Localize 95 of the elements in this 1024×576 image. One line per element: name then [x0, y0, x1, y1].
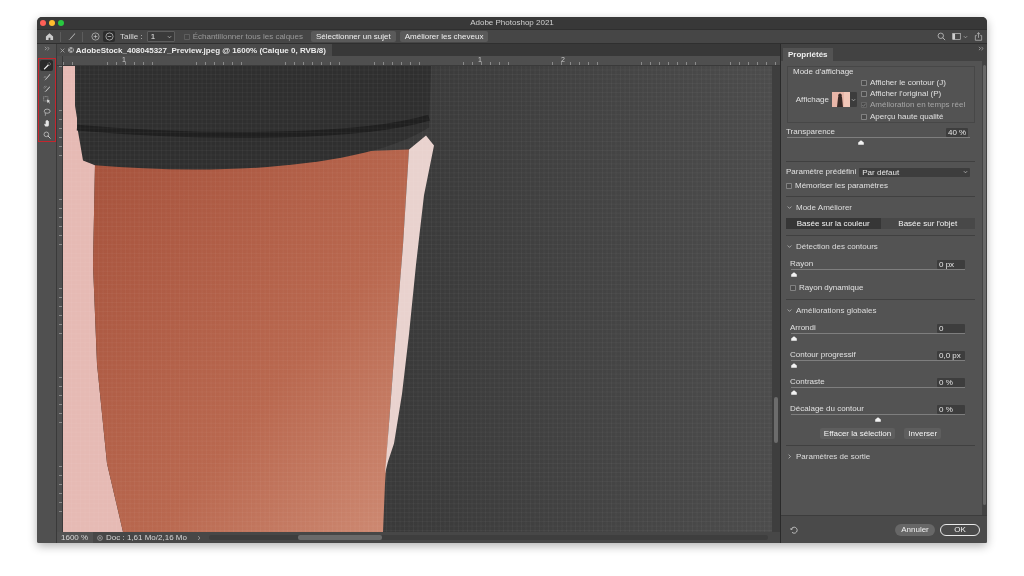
slider-track[interactable]	[791, 333, 965, 341]
preset-label: Paramètre prédéfini	[786, 167, 857, 177]
circle-icon	[97, 534, 103, 541]
section-header[interactable]: Améliorations globales	[786, 305, 877, 315]
collapse-icon[interactable]	[978, 46, 984, 51]
size-field[interactable]: 1	[146, 31, 175, 42]
slider-thumb[interactable]	[791, 389, 797, 395]
zoom-field[interactable]: 1600 %	[57, 532, 93, 543]
checkbox-label: Afficher le contour (J)	[870, 77, 946, 88]
checkbox[interactable]	[790, 285, 796, 291]
home-icon[interactable]	[45, 32, 54, 41]
checkbox[interactable]	[861, 113, 867, 120]
brush-icon[interactable]	[67, 32, 76, 41]
view-mode-dropdown[interactable]	[832, 92, 857, 108]
maximize-window-button[interactable]	[58, 20, 64, 26]
value-field[interactable]: 0	[937, 323, 965, 333]
panel-tab[interactable]: Propriétés	[783, 48, 833, 61]
close-window-button[interactable]	[40, 20, 46, 26]
collapse-icon[interactable]	[43, 46, 50, 51]
slider-thumb[interactable]	[875, 416, 881, 422]
slider-thumb[interactable]	[791, 335, 797, 341]
slider-thumb[interactable]	[791, 271, 797, 277]
action-button[interactable]: Effacer la sélection	[819, 428, 896, 439]
tool-button[interactable]	[40, 60, 53, 71]
dialog-button[interactable]: Annuler	[895, 523, 935, 536]
caret-icon	[166, 34, 172, 39]
document-tab[interactable]: © AdobeStock_408045327_Preview.jpeg @ 1600% (Calque 0, RVB/8)	[57, 44, 332, 56]
value-field[interactable]: 40 %	[946, 127, 968, 137]
vertical-scrollbar[interactable]	[982, 61, 987, 515]
slider-label: Contraste	[790, 377, 825, 387]
section-header[interactable]: Détection des contours	[786, 241, 878, 251]
slider-track[interactable]	[791, 387, 965, 395]
options-button[interactable]: Sélectionner un sujet	[311, 31, 396, 42]
scrollbar-thumb[interactable]	[774, 396, 778, 444]
preset-dropdown[interactable]: Par défaut	[859, 167, 970, 177]
caret-icon	[963, 170, 968, 174]
scrollbar-thumb[interactable]	[983, 65, 986, 505]
action-button[interactable]: Inverser	[904, 428, 942, 439]
reset-icon[interactable]	[790, 525, 798, 534]
plus-circle-icon	[90, 32, 100, 41]
minus-circle-icon	[104, 32, 114, 41]
selection-brush-icon	[42, 61, 51, 70]
checkbox-label: Amélioration en temps réel	[870, 100, 966, 111]
slider-track[interactable]	[791, 414, 965, 422]
close-icon[interactable]	[60, 47, 65, 53]
options-button[interactable]: Améliorer les cheveux	[399, 31, 489, 42]
photo-thumbnail-icon	[832, 92, 850, 108]
search-icon[interactable]	[937, 32, 946, 41]
slider-thumb[interactable]	[791, 362, 797, 368]
view-label: Affichage	[795, 94, 829, 105]
section-header[interactable]: Paramètres de sortie	[786, 451, 871, 461]
slider-label: Contour progressif	[790, 350, 856, 360]
checkbox[interactable]	[786, 183, 792, 189]
group-title: Mode d'affichage	[793, 67, 854, 77]
slider-track[interactable]	[787, 137, 970, 145]
hand-icon	[42, 119, 51, 127]
checkbox-label: Afficher l'original (P)	[870, 88, 942, 99]
horizontal-scrollbar[interactable]	[208, 535, 768, 540]
caret-icon[interactable]	[963, 34, 968, 39]
caret-icon	[851, 97, 856, 102]
slider-label: Arrondi	[790, 323, 816, 333]
checkbox-label: Aperçu haute qualité	[870, 111, 944, 122]
slider-track[interactable]	[791, 360, 965, 368]
size-label: Taille :	[120, 32, 143, 41]
slider-label: Décalage du contour	[790, 404, 864, 414]
checkbox-label: Mémoriser les paramètres	[795, 181, 888, 191]
checkbox[interactable]	[861, 79, 867, 86]
document-size-text: Doc : 1,61 Mo/2,16 Mo	[106, 533, 187, 542]
vertical-scrollbar[interactable]	[772, 66, 780, 532]
workspace-icon[interactable]	[952, 32, 961, 41]
value-field[interactable]: 0 px	[937, 259, 965, 269]
arrow-selection-icon	[42, 96, 51, 104]
window-title: Adobe Photoshop 2021	[470, 18, 554, 28]
brush-icon	[42, 73, 51, 81]
checkbox-label: Rayon dynamique	[799, 283, 864, 293]
chevron-right-icon[interactable]	[196, 534, 201, 541]
brush-mode-button[interactable]	[103, 31, 115, 42]
zoom-icon	[42, 130, 51, 139]
paintbrush-icon	[42, 84, 51, 93]
slider-track[interactable]	[791, 269, 965, 277]
slider-label: Rayon	[790, 259, 814, 269]
checkbox-label: Échantillonner tous les calques	[192, 32, 303, 41]
scrollbar-thumb[interactable]	[298, 535, 383, 540]
value-field[interactable]: 0 %	[937, 377, 965, 387]
slider-label: Transparence	[786, 127, 836, 137]
brush-mode-button[interactable]	[89, 31, 101, 42]
lasso-icon	[42, 107, 51, 116]
minimize-window-button[interactable]	[49, 20, 55, 26]
share-icon[interactable]	[974, 32, 983, 41]
checkbox[interactable]	[861, 90, 867, 97]
section-header[interactable]: Mode Améliorer	[786, 202, 853, 212]
value-field[interactable]: 0 %	[937, 404, 965, 414]
value-field[interactable]: 0,0 px	[937, 350, 965, 360]
slider-thumb[interactable]	[857, 139, 864, 145]
segment-button[interactable]: Basée sur la couleur	[786, 218, 881, 229]
